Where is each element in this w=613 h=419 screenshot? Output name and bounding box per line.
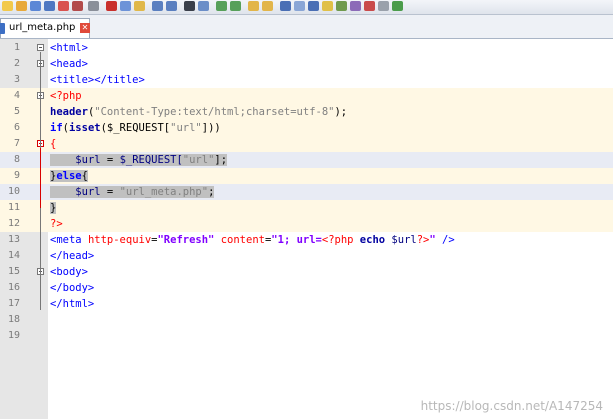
tab-bar: url_meta.php ✕	[0, 15, 613, 39]
line-number: 17	[7, 298, 20, 309]
line-number: 19	[7, 330, 20, 341]
code-line: ?>	[50, 218, 63, 230]
print-icon[interactable]	[88, 1, 99, 11]
undo-icon[interactable]	[152, 1, 163, 11]
copy-icon[interactable]	[120, 1, 131, 11]
code-line: <html>	[50, 42, 88, 54]
line-number: 18	[7, 314, 20, 325]
code-line: header("Content-Type:text/html;charset=u…	[50, 106, 348, 118]
line-number: 7	[13, 138, 20, 149]
paste-icon[interactable]	[134, 1, 145, 11]
code-line: </body>	[50, 282, 95, 294]
record-macro-icon[interactable]	[364, 1, 375, 11]
function-list-icon[interactable]	[350, 1, 361, 11]
code-line: <title></title>	[50, 74, 145, 86]
fold-guide-active	[40, 148, 41, 208]
line-number: 14	[7, 250, 20, 261]
find-icon[interactable]	[184, 1, 195, 11]
redo-icon[interactable]	[166, 1, 177, 11]
file-icon	[0, 23, 5, 34]
code-line: <head>	[50, 58, 88, 70]
indent-guide-icon[interactable]	[308, 1, 319, 11]
line-number: 3	[13, 74, 20, 85]
zoom-in-icon[interactable]	[216, 1, 227, 11]
code-line: {	[50, 138, 57, 150]
tab-label: url_meta.php	[9, 22, 76, 33]
code-line: <body>	[50, 266, 88, 278]
close-file-icon[interactable]	[58, 1, 69, 11]
code-line: }	[50, 202, 57, 214]
line-number: 16	[7, 282, 20, 293]
stop-macro-icon[interactable]	[378, 1, 389, 11]
line-number: 12	[7, 218, 20, 229]
save-all-icon[interactable]	[44, 1, 55, 11]
cut-icon[interactable]	[106, 1, 117, 11]
line-number: 5	[13, 106, 20, 117]
line-number: 1	[13, 42, 20, 53]
open-file-icon[interactable]	[16, 1, 27, 11]
line-number: 6	[13, 122, 20, 133]
line-number: 11	[7, 202, 20, 213]
doc-map-icon[interactable]	[336, 1, 347, 11]
code-line: if(isset($_REQUEST["url"]))	[50, 122, 221, 134]
line-number: 2	[13, 58, 20, 69]
close-all-icon[interactable]	[72, 1, 83, 11]
sync-v-icon[interactable]	[248, 1, 259, 11]
watermark: https://blog.csdn.net/A147254	[420, 399, 603, 413]
save-icon[interactable]	[30, 1, 41, 11]
line-number: 15	[7, 266, 20, 277]
tab-url-meta[interactable]: url_meta.php ✕	[0, 18, 90, 38]
zoom-out-icon[interactable]	[230, 1, 241, 11]
user-lang-icon[interactable]	[322, 1, 333, 11]
code-line: </head>	[50, 250, 95, 262]
code-line: <meta http-equiv="Refresh" content="1; u…	[50, 234, 455, 246]
close-tab-icon[interactable]: ✕	[80, 23, 90, 33]
word-wrap-icon[interactable]	[280, 1, 291, 11]
code-line: <?php	[50, 90, 82, 102]
toolbar	[0, 0, 613, 15]
line-number: 9	[13, 170, 20, 181]
play-macro-icon[interactable]	[392, 1, 403, 11]
show-all-chars-icon[interactable]	[294, 1, 305, 11]
line-number: 8	[13, 154, 20, 165]
line-number: 4	[13, 90, 20, 101]
code-line: $url = $_REQUEST["url"];	[50, 152, 228, 168]
new-file-icon[interactable]	[2, 1, 13, 11]
code-line: $url = "url_meta.php";	[50, 184, 215, 200]
line-number: 13	[7, 234, 20, 245]
fold-marker-icon[interactable]	[37, 44, 44, 51]
line-number: 10	[7, 186, 20, 197]
code-line: </html>	[50, 298, 95, 310]
sync-h-icon[interactable]	[262, 1, 273, 11]
code-line: }else{	[50, 170, 88, 182]
replace-icon[interactable]	[198, 1, 209, 11]
